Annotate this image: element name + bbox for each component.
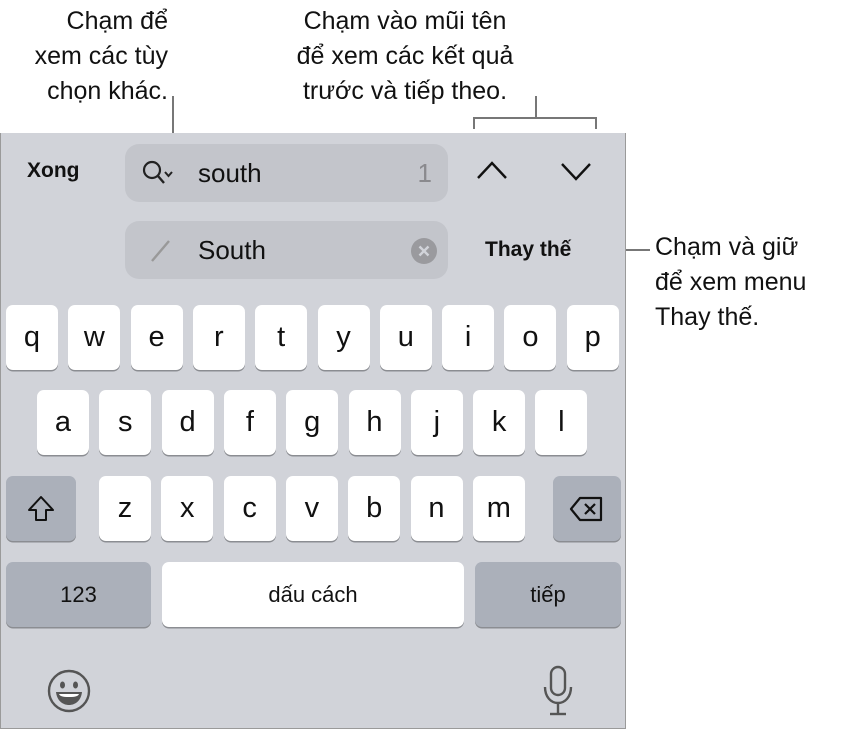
key-m[interactable]: m	[472, 476, 525, 541]
keyboard-panel: Xong south 1 South Thay thế qwertyuiopas…	[0, 133, 626, 729]
key-o[interactable]: o	[504, 305, 557, 370]
key-r[interactable]: r	[192, 305, 245, 370]
key-b[interactable]: b	[348, 476, 401, 541]
callout-line: Chạm và giữ	[655, 233, 799, 261]
emoji-icon[interactable]	[46, 668, 92, 714]
callout-arrows: Chạm vào mũi tên để xem các kết quả trướ…	[255, 4, 555, 109]
key-n[interactable]: n	[410, 476, 463, 541]
key-w[interactable]: w	[68, 305, 121, 370]
callout-line: Chạm để	[66, 7, 168, 35]
callout-line: để xem các kết quả	[296, 42, 514, 70]
microphone-icon[interactable]	[541, 665, 575, 717]
callout-line: chọn khác.	[47, 77, 168, 105]
key-g[interactable]: g	[286, 390, 339, 455]
key-a[interactable]: a	[37, 390, 89, 455]
callout-bracket	[535, 96, 537, 118]
callout-bracket	[473, 117, 475, 129]
pencil-icon	[151, 240, 170, 262]
key-e[interactable]: e	[130, 305, 183, 370]
key-q[interactable]: q	[6, 305, 58, 370]
numbers-key[interactable]: 123	[6, 562, 151, 627]
clear-icon[interactable]	[410, 237, 438, 265]
callout-bracket	[473, 117, 597, 119]
replace-input[interactable]: South	[198, 235, 266, 266]
callout-line: Thay thế.	[655, 303, 760, 331]
key-i[interactable]: i	[442, 305, 495, 370]
match-count: 1	[417, 158, 432, 188]
shift-icon	[28, 495, 54, 521]
callout-replace-menu: Chạm và giữ để xem menu Thay thế.	[655, 230, 806, 335]
callout-line: trước và tiếp theo.	[302, 77, 508, 105]
key-u[interactable]: u	[379, 305, 432, 370]
key-k[interactable]: k	[473, 390, 526, 455]
key-x[interactable]: x	[161, 476, 214, 541]
callout-line: Chạm vào mũi tên	[303, 7, 507, 35]
next-key[interactable]: tiếp	[475, 562, 621, 627]
callout-line: để xem menu	[655, 268, 807, 296]
search-input[interactable]: south	[198, 158, 262, 189]
key-p[interactable]: p	[566, 305, 619, 370]
previous-result-icon[interactable]	[475, 158, 509, 182]
next-result-icon[interactable]	[559, 160, 593, 184]
done-button[interactable]: Xong	[27, 159, 80, 183]
key-t[interactable]: t	[255, 305, 308, 370]
space-key[interactable]: dấu cách	[162, 562, 464, 627]
key-j[interactable]: j	[410, 390, 463, 455]
key-s[interactable]: s	[99, 390, 152, 455]
key-h[interactable]: h	[348, 390, 401, 455]
delete-icon	[569, 496, 603, 521]
shift-key[interactable]	[6, 476, 76, 541]
key-l[interactable]: l	[535, 390, 588, 455]
key-d[interactable]: d	[161, 390, 214, 455]
search-options-icon[interactable]	[141, 158, 177, 188]
replace-button[interactable]: Thay thế	[485, 238, 571, 262]
key-y[interactable]: y	[317, 305, 370, 370]
callout-options: Chạm để xem các tùy chọn khác.	[35, 4, 168, 109]
key-f[interactable]: f	[223, 390, 276, 455]
callout-bracket	[595, 117, 597, 129]
search-field[interactable]: south 1	[125, 144, 448, 202]
delete-key[interactable]	[553, 476, 621, 541]
replace-field[interactable]: South	[125, 221, 448, 279]
key-c[interactable]: c	[223, 476, 276, 541]
callout-line: xem các tùy	[34, 42, 168, 70]
key-z[interactable]: z	[99, 476, 151, 541]
key-v[interactable]: v	[285, 476, 338, 541]
